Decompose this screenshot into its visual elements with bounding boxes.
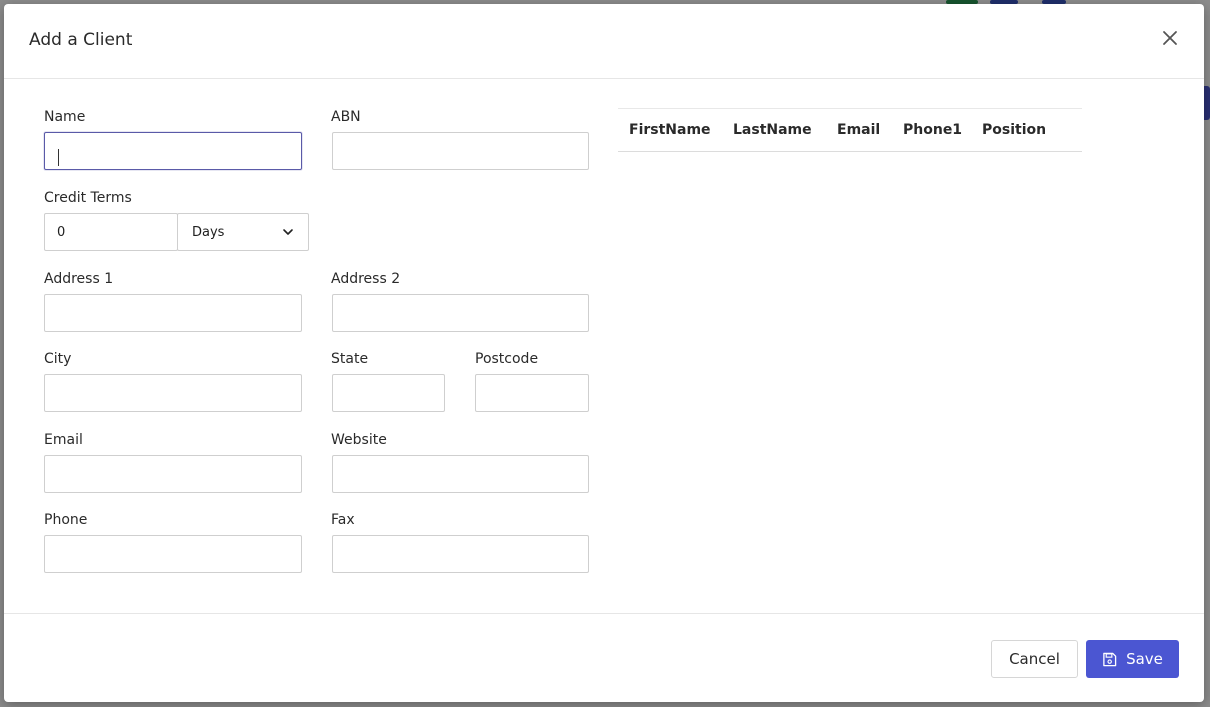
column-header-firstname[interactable]: FirstName [629,122,711,138]
name-label: Name [44,109,86,125]
credit-terms-unit-value: Days [192,224,225,240]
address2-input[interactable] [332,294,589,332]
website-label: Website [331,432,387,448]
email-label: Email [44,432,83,448]
contacts-table: FirstName LastName Email Phone1 Position [618,108,1082,152]
column-header-phone1[interactable]: Phone1 [903,122,962,138]
close-icon [1163,31,1177,45]
city-input[interactable] [44,374,302,412]
modal-title: Add a Client [29,30,133,50]
modal-header: Add a Client [4,4,1204,79]
address1-label: Address 1 [44,271,114,287]
phone-label: Phone [44,512,88,528]
website-input[interactable] [332,455,589,493]
save-button-label: Save [1126,650,1163,668]
fax-input[interactable] [332,535,589,573]
name-input[interactable] [44,132,302,170]
email-input[interactable] [44,455,302,493]
save-button[interactable]: Save [1086,640,1179,678]
credit-terms-input[interactable] [44,213,178,251]
cancel-button[interactable]: Cancel [991,640,1078,678]
add-client-modal: Add a Client Name ABN Credit Terms Days … [4,4,1204,702]
city-label: City [44,351,72,367]
postcode-label: Postcode [475,351,539,367]
text-caret [58,149,59,166]
abn-input[interactable] [332,132,589,170]
credit-terms-label: Credit Terms [44,190,132,206]
phone-input[interactable] [44,535,302,573]
floppy-disk-icon [1103,652,1117,666]
close-button[interactable] [1158,26,1182,50]
column-header-position[interactable]: Position [982,122,1046,138]
modal-body: Name ABN Credit Terms Days Address 1 Add… [4,80,1204,613]
credit-terms-unit-select[interactable]: Days [177,213,309,251]
abn-label: ABN [331,109,361,125]
fax-label: Fax [331,512,355,528]
state-label: State [331,351,369,367]
chevron-down-icon [283,229,293,235]
address2-label: Address 2 [331,271,401,287]
state-input[interactable] [332,374,445,412]
column-header-email[interactable]: Email [837,122,880,138]
modal-footer: Cancel Save [4,613,1204,702]
column-header-lastname[interactable]: LastName [733,122,812,138]
address1-input[interactable] [44,294,302,332]
postcode-input[interactable] [475,374,589,412]
